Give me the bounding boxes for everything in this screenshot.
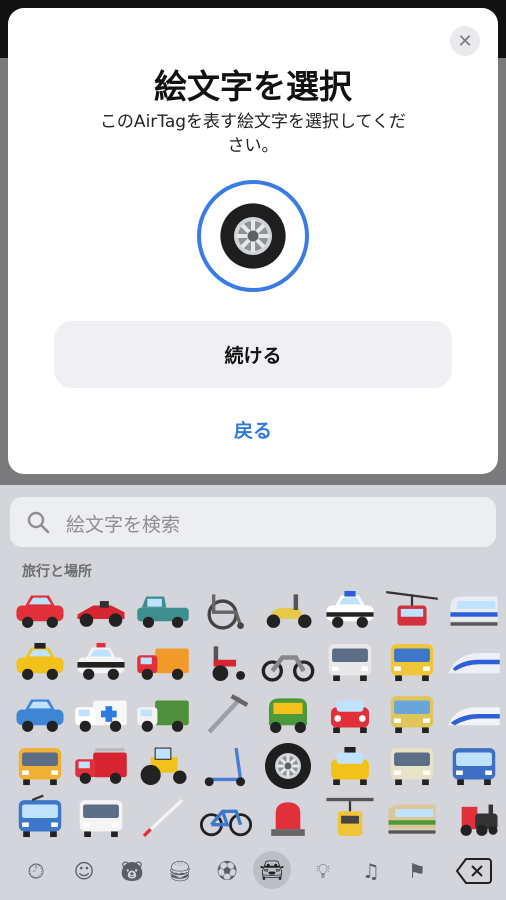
manual-wheelchair-emoji[interactable] <box>198 585 254 635</box>
tram-car-emoji[interactable] <box>384 689 440 739</box>
minibus-emoji[interactable] <box>73 793 129 843</box>
food-icon[interactable]: 🍔︎ <box>166 857 194 885</box>
tractor-emoji[interactable] <box>135 741 191 791</box>
light-rail-emoji[interactable] <box>384 637 440 687</box>
police-car-light-bar-emoji[interactable] <box>322 585 378 635</box>
wheel-emoji[interactable] <box>260 741 316 791</box>
tire-emoji <box>219 202 287 270</box>
red-car-emoji[interactable] <box>12 585 68 635</box>
trolleybus-emoji[interactable] <box>12 793 68 843</box>
close-button[interactable]: ✕ <box>450 26 480 56</box>
motor-scooter-emoji[interactable] <box>260 585 316 635</box>
delete-key[interactable] <box>456 857 492 885</box>
tram-emoji[interactable] <box>384 741 440 791</box>
fire-engine-emoji[interactable] <box>73 741 129 791</box>
emoji-keyboard: 絵文字を検索 旅行と場所 🕘︎ ☺︎ 🐻︎ 🍔︎ ⚽︎ 🚘︎ 💡︎ ♫ ⚑ <box>0 485 506 900</box>
back-button[interactable]: 戻る <box>8 416 498 443</box>
oncoming-taxi-emoji[interactable] <box>322 741 378 791</box>
animals-icon[interactable]: 🐻︎ <box>118 857 146 885</box>
kick-scooter-emoji[interactable] <box>198 741 254 791</box>
white-cane-emoji[interactable] <box>135 793 191 843</box>
travel-icon[interactable]: 🚘︎ <box>253 851 291 889</box>
flags-icon[interactable]: ⚑ <box>403 857 431 885</box>
oncoming-automobile-emoji[interactable] <box>322 689 378 739</box>
continue-button[interactable]: 続ける <box>54 321 452 388</box>
motorcycle-emoji[interactable] <box>260 637 316 687</box>
search-icon <box>27 511 50 534</box>
race-car-emoji[interactable] <box>73 585 129 635</box>
category-heading: 旅行と場所 <box>22 564 92 580</box>
motorized-wheelchair-emoji[interactable] <box>198 637 254 687</box>
monorail-emoji[interactable] <box>446 585 502 635</box>
articulated-lorry-emoji[interactable] <box>135 689 191 739</box>
emoji-category-bar: 🕘︎ ☺︎ 🐻︎ 🍔︎ ⚽︎ 🚘︎ 💡︎ ♫ ⚑ <box>0 849 506 895</box>
bullet-train-emoji[interactable] <box>446 637 502 687</box>
emoji-search-field[interactable]: 絵文字を検索 <box>10 497 496 547</box>
blue-suv-emoji[interactable] <box>12 689 68 739</box>
aerial-tramway-emoji[interactable] <box>384 585 440 635</box>
mountain-railway-emoji[interactable] <box>384 793 440 843</box>
objects-icon[interactable]: 💡︎ <box>309 857 337 885</box>
bus-emoji[interactable] <box>12 741 68 791</box>
emoji-grid <box>0 585 506 845</box>
pickup-truck-emoji[interactable] <box>135 585 191 635</box>
recent-icon[interactable]: 🕘︎ <box>22 857 50 885</box>
sheet-title: 絵文字を選択 <box>154 67 352 106</box>
smileys-icon[interactable]: ☺︎ <box>70 857 98 885</box>
taxi-emoji[interactable] <box>12 637 68 687</box>
delivery-truck-emoji[interactable] <box>135 637 191 687</box>
train-emoji[interactable] <box>446 741 502 791</box>
auto-rickshaw-emoji[interactable] <box>260 689 316 739</box>
symbols-icon[interactable]: ♫ <box>357 857 385 885</box>
ambulance-emoji[interactable] <box>73 689 129 739</box>
crutch-emoji[interactable] <box>198 689 254 739</box>
selected-emoji-preview[interactable] <box>197 180 309 292</box>
emoji-picker-sheet: ✕ 絵文字を選択 このAirTagを表す絵文字を選択してください。 続ける 戻る <box>8 8 498 474</box>
sports-icon[interactable]: ⚽︎ <box>213 857 241 885</box>
bicycle-emoji[interactable] <box>198 793 254 843</box>
suspension-railway-emoji[interactable] <box>322 793 378 843</box>
sheet-subtitle: このAirTagを表す絵文字を選択してください。 <box>99 112 407 156</box>
oncoming-bus-emoji[interactable] <box>322 637 378 687</box>
police-light-emoji[interactable] <box>260 793 316 843</box>
police-car-emoji[interactable] <box>73 637 129 687</box>
search-placeholder: 絵文字を検索 <box>66 514 181 536</box>
close-icon: ✕ <box>457 30 473 52</box>
steam-locomotive-emoji[interactable] <box>446 793 502 843</box>
high-speed-train-emoji[interactable] <box>446 689 502 739</box>
